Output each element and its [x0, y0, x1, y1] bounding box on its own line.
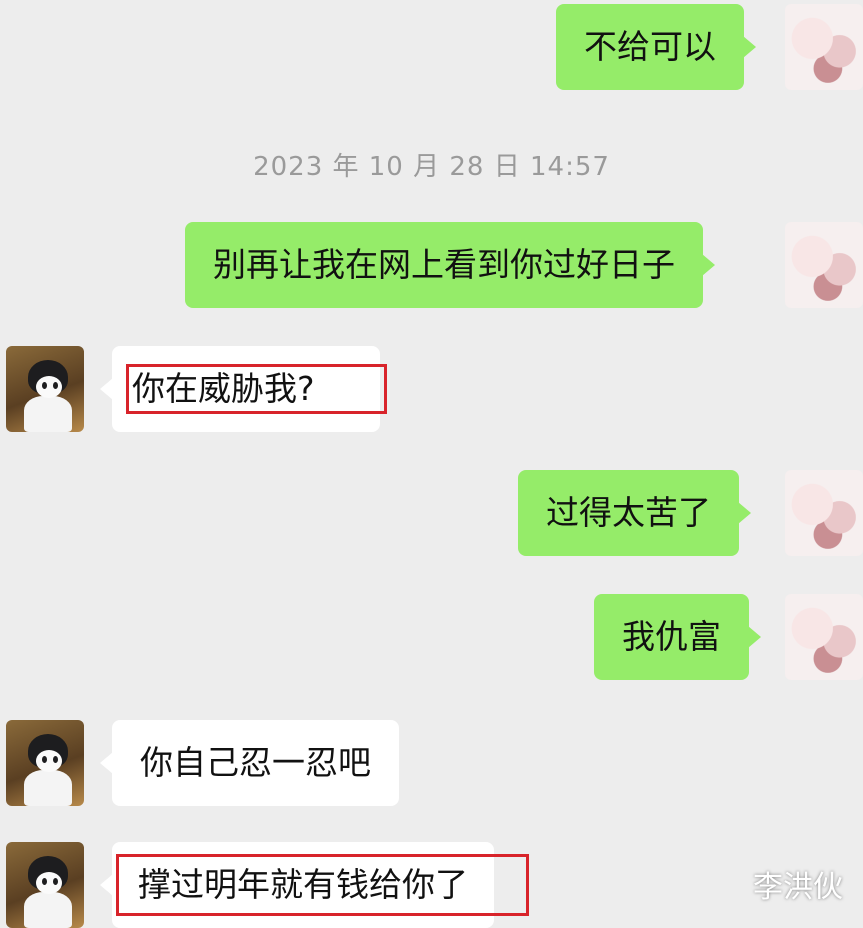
contact-avatar[interactable] [6, 720, 84, 806]
sent-message-bubble[interactable]: 别再让我在网上看到你过好日子 [185, 222, 715, 308]
self-avatar[interactable] [785, 594, 863, 680]
sent-message-bubble[interactable]: 过得太苦了 [518, 470, 751, 556]
sent-message-bubble[interactable]: 我仇富 [594, 594, 761, 680]
kuromi-body [24, 770, 72, 806]
self-avatar[interactable] [785, 470, 863, 556]
kuromi-eye [42, 756, 47, 763]
kuromi-eye [53, 878, 58, 885]
self-avatar[interactable] [785, 222, 863, 308]
kuromi-body [24, 396, 72, 432]
kuromi-face [36, 872, 62, 894]
contact-avatar[interactable] [6, 842, 84, 928]
received-message-bubble[interactable]: 撑过明年就有钱给你了 [100, 842, 494, 928]
chat-window: 不给可以 2023 年 10 月 28 日 14:57 别再让我在网上看到你过好… [0, 0, 863, 928]
kuromi-eye [42, 878, 47, 885]
kuromi-face [36, 376, 62, 398]
message-timestamp: 2023 年 10 月 28 日 14:57 [253, 152, 610, 182]
watermark-text: 李洪伙 [753, 870, 843, 905]
self-avatar[interactable] [785, 4, 863, 90]
kuromi-eye [53, 382, 58, 389]
kuromi-eye [53, 756, 58, 763]
sent-message-bubble[interactable]: 不给可以 [556, 4, 756, 90]
contact-avatar[interactable] [6, 346, 84, 432]
kuromi-body [24, 892, 72, 928]
received-message-bubble[interactable]: 你在威胁我? [100, 346, 380, 432]
kuromi-eye [42, 382, 47, 389]
received-message-bubble[interactable]: 你自己忍一忍吧 [100, 720, 399, 806]
kuromi-face [36, 750, 62, 772]
